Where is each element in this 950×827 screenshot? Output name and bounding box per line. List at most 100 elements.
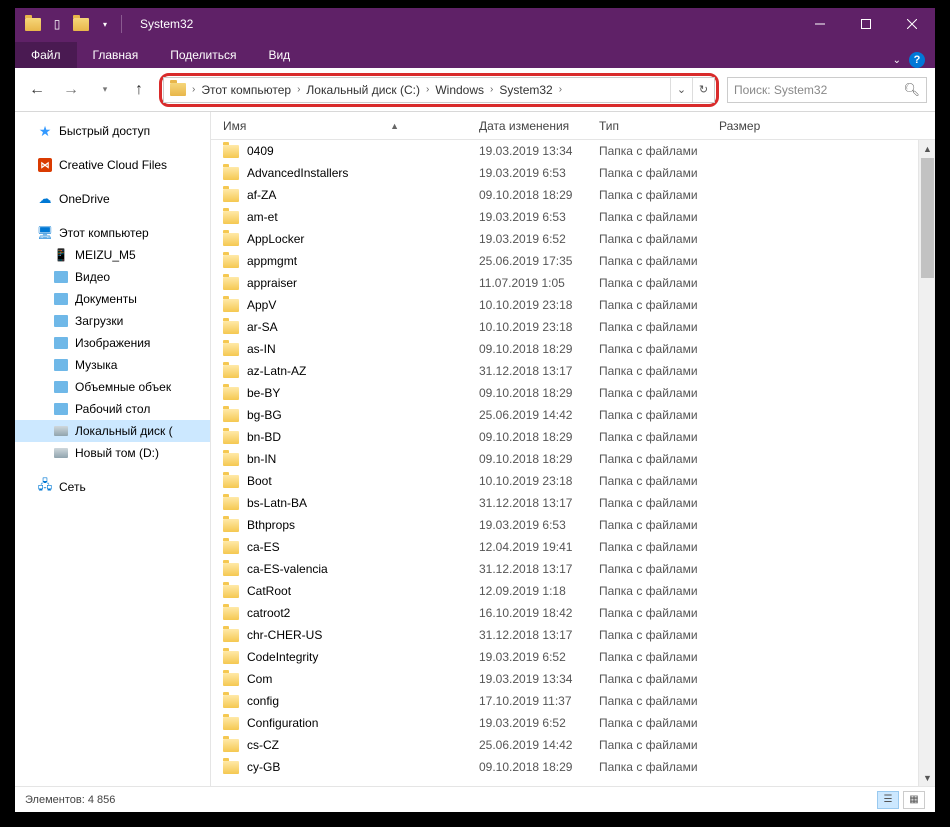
table-row[interactable]: CatRoot12.09.2019 1:18Папка с файлами xyxy=(211,580,918,602)
maximize-button[interactable] xyxy=(843,8,889,40)
file-type: Папка с файлами xyxy=(599,672,719,686)
table-row[interactable]: Com19.03.2019 13:34Папка с файлами xyxy=(211,668,918,690)
folder-icon xyxy=(223,717,239,730)
tree-quick-access[interactable]: ★Быстрый доступ xyxy=(15,120,210,142)
help-icon[interactable]: ? xyxy=(909,52,925,68)
scrollbar[interactable]: ▲ ▼ xyxy=(918,140,935,786)
folder-icon xyxy=(223,299,239,312)
nav-tree[interactable]: ★Быстрый доступ ⋈Creative Cloud Files ☁O… xyxy=(15,112,211,786)
file-type: Папка с файлами xyxy=(599,276,719,290)
search-icon[interactable]: 🔍︎ xyxy=(903,82,920,98)
tree-label: Видео xyxy=(75,270,110,284)
folder-icon xyxy=(25,16,41,32)
crumb-system32[interactable]: System32 xyxy=(495,83,556,97)
scrollbar-thumb[interactable] xyxy=(921,158,934,278)
tree-network[interactable]: 🖧Сеть xyxy=(15,476,210,498)
table-row[interactable]: config17.10.2019 11:37Папка с файлами xyxy=(211,690,918,712)
tab-home[interactable]: Главная xyxy=(77,42,155,68)
folder-icon xyxy=(223,343,239,356)
tree-creative-cloud[interactable]: ⋈Creative Cloud Files xyxy=(15,154,210,176)
table-row[interactable]: catroot216.10.2019 18:42Папка с файлами xyxy=(211,602,918,624)
table-row[interactable]: Bthprops19.03.2019 6:53Папка с файлами xyxy=(211,514,918,536)
chevron-right-icon[interactable]: › xyxy=(190,84,197,95)
minimize-button[interactable] xyxy=(797,8,843,40)
tree-item[interactable]: Объемные объек xyxy=(15,376,210,398)
table-row[interactable]: AdvancedInstallers19.03.2019 6:53Папка с… xyxy=(211,162,918,184)
tree-item[interactable]: Локальный диск ( xyxy=(15,420,210,442)
crumb-pc[interactable]: Этот компьютер xyxy=(197,83,295,97)
recent-dropdown[interactable]: ▾ xyxy=(91,76,119,104)
chevron-right-icon[interactable]: › xyxy=(424,84,431,95)
back-button[interactable]: ← xyxy=(23,76,51,104)
large-icons-view-icon[interactable]: ▦ xyxy=(903,791,925,809)
up-button[interactable]: ↑ xyxy=(125,76,153,104)
table-row[interactable]: cy-GB09.10.2018 18:29Папка с файлами xyxy=(211,756,918,778)
tree-onedrive[interactable]: ☁OneDrive xyxy=(15,188,210,210)
tree-item[interactable]: Загрузки xyxy=(15,310,210,332)
table-row[interactable]: AppLocker19.03.2019 6:52Папка с файлами xyxy=(211,228,918,250)
forward-button[interactable]: → xyxy=(57,76,85,104)
crumb-disk[interactable]: Локальный диск (C:) xyxy=(302,83,424,97)
tree-this-pc[interactable]: 🖥Этот компьютер xyxy=(15,222,210,244)
qat-dropdown-icon[interactable]: ▾ xyxy=(97,16,113,32)
tree-item[interactable]: Новый том (D:) xyxy=(15,442,210,464)
new-folder-icon[interactable] xyxy=(73,16,89,32)
scroll-down-icon[interactable]: ▼ xyxy=(919,769,935,786)
file-name: ca-ES xyxy=(247,540,479,554)
table-row[interactable]: appraiser11.07.2019 1:05Папка с файлами xyxy=(211,272,918,294)
table-row[interactable]: az-Latn-AZ31.12.2018 13:17Папка с файлам… xyxy=(211,360,918,382)
tree-item[interactable]: 📱MEIZU_M5 xyxy=(15,244,210,266)
table-row[interactable]: bn-IN09.10.2018 18:29Папка с файлами xyxy=(211,448,918,470)
chevron-right-icon[interactable]: › xyxy=(295,84,302,95)
table-row[interactable]: cs-CZ25.06.2019 14:42Папка с файлами xyxy=(211,734,918,756)
properties-icon[interactable]: ▯ xyxy=(49,16,65,32)
table-row[interactable]: be-BY09.10.2018 18:29Папка с файлами xyxy=(211,382,918,404)
tab-share[interactable]: Поделиться xyxy=(154,42,252,68)
table-row[interactable]: bs-Latn-BA31.12.2018 13:17Папка с файлам… xyxy=(211,492,918,514)
explorer-window: ▯ ▾ System32 Файл Главная Поделиться Вид… xyxy=(0,0,950,827)
table-row[interactable]: Boot10.10.2019 23:18Папка с файлами xyxy=(211,470,918,492)
scroll-up-icon[interactable]: ▲ xyxy=(919,140,935,157)
table-row[interactable]: am-et19.03.2019 6:53Папка с файлами xyxy=(211,206,918,228)
tree-item[interactable]: Видео xyxy=(15,266,210,288)
table-row[interactable]: CodeIntegrity19.03.2019 6:52Папка с файл… xyxy=(211,646,918,668)
address-bar[interactable]: › Этот компьютер › Локальный диск (C:) ›… xyxy=(163,77,715,103)
tree-item[interactable]: Изображения xyxy=(15,332,210,354)
titlebar[interactable]: ▯ ▾ System32 xyxy=(15,8,935,40)
table-row[interactable]: af-ZA09.10.2018 18:29Папка с файлами xyxy=(211,184,918,206)
chevron-right-icon[interactable]: › xyxy=(488,84,495,95)
table-row[interactable]: ar-SA10.10.2019 23:18Папка с файлами xyxy=(211,316,918,338)
file-date: 19.03.2019 6:52 xyxy=(479,650,599,664)
file-date: 10.10.2019 23:18 xyxy=(479,320,599,334)
tab-view[interactable]: Вид xyxy=(252,42,306,68)
tab-file[interactable]: Файл xyxy=(15,42,77,68)
table-row[interactable]: ca-ES-valencia31.12.2018 13:17Папка с фа… xyxy=(211,558,918,580)
col-name[interactable]: Имя▲ xyxy=(223,119,479,133)
tree-item[interactable]: Рабочий стол xyxy=(15,398,210,420)
file-list[interactable]: 040919.03.2019 13:34Папка с файламиAdvan… xyxy=(211,140,918,786)
column-headers[interactable]: Имя▲ Дата изменения Тип Размер xyxy=(211,112,935,140)
col-size[interactable]: Размер xyxy=(719,119,799,133)
tree-item[interactable]: Музыка xyxy=(15,354,210,376)
table-row[interactable]: ca-ES12.04.2019 19:41Папка с файлами xyxy=(211,536,918,558)
table-row[interactable]: AppV10.10.2019 23:18Папка с файлами xyxy=(211,294,918,316)
chevron-down-icon[interactable]: ⌄ xyxy=(893,55,901,66)
table-row[interactable]: bn-BD09.10.2018 18:29Папка с файлами xyxy=(211,426,918,448)
table-row[interactable]: chr-CHER-US31.12.2018 13:17Папка с файла… xyxy=(211,624,918,646)
table-row[interactable]: as-IN09.10.2018 18:29Папка с файлами xyxy=(211,338,918,360)
file-name: cy-GB xyxy=(247,760,479,774)
table-row[interactable]: 040919.03.2019 13:34Папка с файлами xyxy=(211,140,918,162)
details-view-icon[interactable]: ☰ xyxy=(877,791,899,809)
history-dropdown-icon[interactable]: ⌄ xyxy=(670,78,692,102)
tree-item[interactable]: Документы xyxy=(15,288,210,310)
crumb-windows[interactable]: Windows xyxy=(431,83,488,97)
table-row[interactable]: appmgmt25.06.2019 17:35Папка с файлами xyxy=(211,250,918,272)
table-row[interactable]: Configuration19.03.2019 6:52Папка с файл… xyxy=(211,712,918,734)
col-type[interactable]: Тип xyxy=(599,119,719,133)
table-row[interactable]: bg-BG25.06.2019 14:42Папка с файлами xyxy=(211,404,918,426)
close-button[interactable] xyxy=(889,8,935,40)
search-input[interactable]: Поиск: System32 🔍︎ xyxy=(727,77,927,103)
chevron-right-icon[interactable]: › xyxy=(557,84,564,95)
refresh-icon[interactable]: ↻ xyxy=(692,78,714,102)
col-date[interactable]: Дата изменения xyxy=(479,119,599,133)
